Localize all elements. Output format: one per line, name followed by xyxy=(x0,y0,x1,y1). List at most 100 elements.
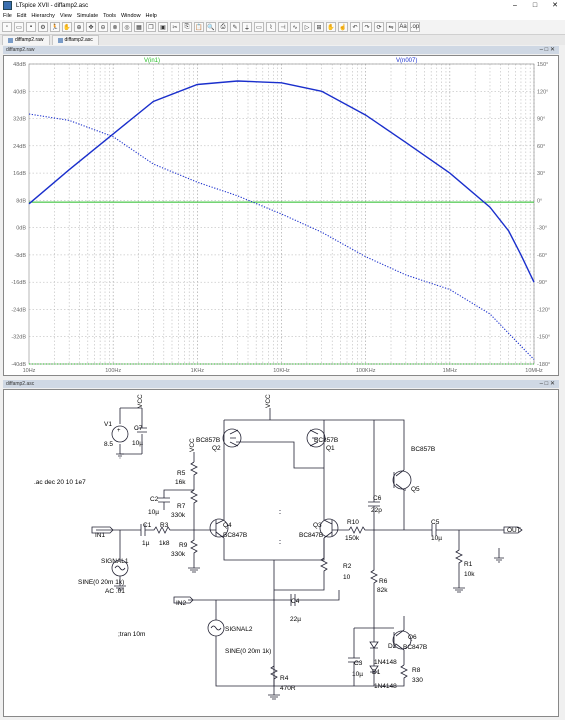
resistor-icon[interactable]: ⌇ xyxy=(266,22,276,32)
open-icon[interactable]: ▭ xyxy=(14,22,24,32)
copy-icon[interactable]: ⎘ xyxy=(182,22,192,32)
y-right-tick-label: 30° xyxy=(537,171,545,177)
y-left-tick-label: -8dB xyxy=(14,253,26,259)
schematic-pane-controls[interactable]: – □ ✕ xyxy=(540,380,555,388)
halt-icon[interactable]: ✋ xyxy=(62,22,72,32)
q5-part: BC857B xyxy=(411,446,435,453)
y-right-tick-label: 150° xyxy=(537,62,548,68)
wire-icon[interactable]: ✎ xyxy=(230,22,240,32)
y-right-tick-label: 0° xyxy=(537,198,542,204)
drag-icon[interactable]: ☝ xyxy=(338,22,348,32)
r5-name: R5 xyxy=(177,470,186,477)
r2-resistor[interactable] xyxy=(274,538,328,591)
q1-name: Q1 xyxy=(326,445,335,452)
r7-name: R7 xyxy=(177,503,186,510)
q2-transistor[interactable] xyxy=(222,428,242,448)
v1-name: V1 xyxy=(104,421,112,428)
menu-file[interactable]: File xyxy=(3,13,12,19)
r8-value: 330 xyxy=(412,677,423,684)
y-left-tick-label: -32dB xyxy=(11,335,26,341)
tile-icon[interactable]: ▦ xyxy=(134,22,144,32)
tail-wires xyxy=(223,538,325,686)
menu-simulate[interactable]: Simulate xyxy=(77,13,98,19)
ac-directive[interactable]: .ac dec 20 10 1e7 xyxy=(34,479,86,486)
bode-plot: 48dB 150° 40dB 120° 32dB 90° 24dB 60° 16dB 30° 8dB… xyxy=(11,58,550,374)
inductor-icon[interactable]: ∿ xyxy=(290,22,300,32)
bias-resistors[interactable] xyxy=(190,452,198,568)
x-tick-label: 10Hz xyxy=(23,368,36,374)
ground-r1 xyxy=(494,548,504,563)
v1-source[interactable]: + xyxy=(111,407,147,459)
zoom-out-icon[interactable]: ⊖ xyxy=(98,22,108,32)
y-left-tick-label: 24dB xyxy=(13,144,26,150)
zoom-in-icon[interactable]: ⊕ xyxy=(74,22,84,32)
c6-value: 22p xyxy=(371,507,382,514)
d1-part: 1N4148 xyxy=(374,683,397,690)
schematic-editor[interactable]: VCC V1 8.5 C7 10µ VCC BC857B Q2 BC857B Q… xyxy=(3,389,559,717)
signal2-name: SIGNAL2 xyxy=(225,626,253,633)
q5-transistor[interactable] xyxy=(392,469,412,491)
zoom-fit-icon[interactable]: ⊗ xyxy=(110,22,120,32)
input1-path[interactable] xyxy=(96,524,216,536)
paste-icon[interactable]: 📋 xyxy=(194,22,204,32)
schematic-pane-title: diffamp2.asc xyxy=(6,381,35,387)
close-pane-icon[interactable]: ▣ xyxy=(158,22,168,32)
new-schematic-icon[interactable]: ▫ xyxy=(2,22,12,32)
schematic-canvas: VCC V1 8.5 C7 10µ VCC BC857B Q2 BC857B Q… xyxy=(34,394,523,700)
spice-directive-icon[interactable]: .op xyxy=(410,22,420,32)
autorange-icon[interactable]: ◎ xyxy=(122,22,132,32)
cascade-icon[interactable]: ❐ xyxy=(146,22,156,32)
undo-icon[interactable]: ↶ xyxy=(350,22,360,32)
maximize-button[interactable]: □ xyxy=(525,0,545,11)
tab-diffamp2-raw[interactable]: diffamp2.raw xyxy=(2,35,50,45)
x-tick-label: 100KHz xyxy=(356,368,376,374)
component-icon[interactable]: ⊞ xyxy=(314,22,324,32)
series-legend-label: V(n007) xyxy=(396,58,417,64)
move-icon[interactable]: ✋ xyxy=(326,22,336,32)
run-icon[interactable]: 🏃 xyxy=(50,22,60,32)
minimize-button[interactable]: – xyxy=(505,0,525,11)
diode-icon[interactable]: ▷ xyxy=(302,22,312,32)
label-net-icon[interactable]: ▭ xyxy=(254,22,264,32)
text-icon[interactable]: Aa xyxy=(398,22,408,32)
waveform-viewer[interactable]: 48dB 150° 40dB 120° 32dB 90° 24dB 60° 16dB 30° 8dB… xyxy=(3,55,559,376)
menu-window[interactable]: Window xyxy=(121,13,141,19)
c2-capacitor[interactable] xyxy=(158,489,194,510)
window-title: LTspice XVII - diffamp2.asc xyxy=(16,2,89,9)
waveform-icon xyxy=(8,38,13,43)
r6-value: 82k xyxy=(377,587,388,594)
menu-edit[interactable]: Edit xyxy=(17,13,26,19)
menu-help[interactable]: Help xyxy=(146,13,157,19)
cut-icon[interactable]: ✂ xyxy=(170,22,180,32)
r6-resistor[interactable] xyxy=(370,530,378,628)
settings-icon[interactable]: ⚙ xyxy=(38,22,48,32)
menu-hierarchy[interactable]: Hierarchy xyxy=(31,13,55,19)
y-left-tick-label: 8dB xyxy=(16,198,26,204)
pan-icon[interactable]: ✥ xyxy=(86,22,96,32)
close-button[interactable]: ✕ xyxy=(545,0,565,11)
menu-view[interactable]: View xyxy=(60,13,72,19)
ground-icon[interactable]: ⏚ xyxy=(242,22,252,32)
diodes-d1-d2[interactable] xyxy=(369,628,379,686)
tran-directive[interactable]: ;tran 10m xyxy=(118,631,145,638)
find-icon[interactable]: 🔍 xyxy=(206,22,216,32)
tab-label: diffamp2.raw xyxy=(15,37,44,43)
capacitor-icon[interactable]: ⊣ xyxy=(278,22,288,32)
tab-diffamp2-asc[interactable]: diffamp2.asc xyxy=(51,35,99,45)
mirror-icon[interactable]: ⇋ xyxy=(386,22,396,32)
save-icon[interactable]: ▪ xyxy=(26,22,36,32)
c4-value: 22µ xyxy=(290,616,301,623)
redo-icon[interactable]: ↷ xyxy=(362,22,372,32)
print-icon[interactable]: ⎙ xyxy=(218,22,228,32)
vcc-label-3: VCC xyxy=(189,438,196,452)
q2-name: Q2 xyxy=(212,445,221,452)
plot-pane-controls[interactable]: – □ ✕ xyxy=(540,46,555,54)
rotate-icon[interactable]: ⟳ xyxy=(374,22,384,32)
input2-path[interactable] xyxy=(188,590,340,620)
y-right-tick-label: -150° xyxy=(537,335,550,341)
menu-tools[interactable]: Tools xyxy=(103,13,116,19)
series-legend-label: V(in1) xyxy=(144,58,160,64)
y-left-tick-label: 16dB xyxy=(13,171,26,177)
c2-name: C2 xyxy=(150,496,159,503)
c5-value: 10µ xyxy=(431,535,442,542)
